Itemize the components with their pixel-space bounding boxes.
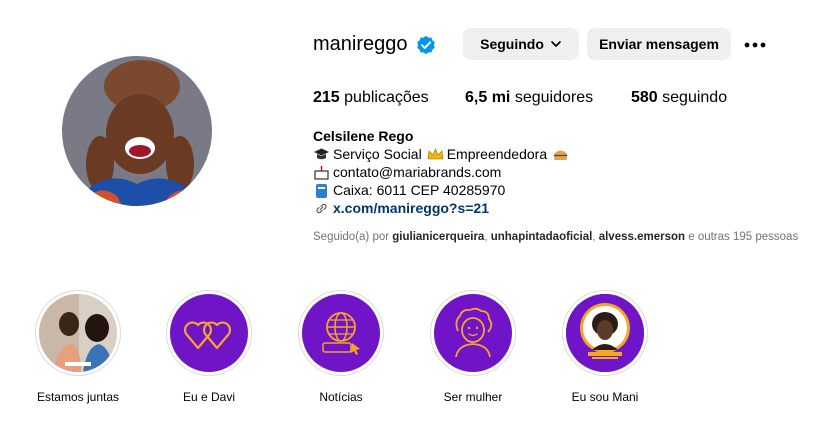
bio-line-2: contato@mariabrands.com (313, 163, 572, 181)
highlight-label: Eu e Davi (182, 390, 236, 404)
crown-icon (427, 147, 444, 159)
following-count[interactable]: 580 seguindo (631, 89, 727, 107)
woman-face-icon (434, 294, 512, 372)
bio-line-1: Serviço Social Empreendedora (313, 145, 572, 163)
highlight-label: Ser mulher (443, 390, 503, 404)
highlight-ser-mulher[interactable]: Ser mulher (428, 290, 518, 404)
bio-email: contato@mariabrands.com (333, 164, 502, 180)
profile-username: manireggo (313, 33, 408, 55)
followed-by-sep: , (484, 231, 488, 243)
hearts-icon (170, 294, 248, 372)
followed-by-prefix: Seguido(a) por (313, 231, 390, 243)
highlight-ring (166, 290, 252, 376)
postbox-icon (316, 183, 327, 198)
burger-icon (554, 150, 568, 160)
highlight-ring (35, 290, 121, 376)
graduation-cap-icon (314, 148, 329, 159)
highlight-eu-sou-mani[interactable]: Eu sou Mani (560, 290, 650, 404)
bio-service: Serviço Social (333, 146, 422, 162)
mailbox-icon (314, 165, 329, 180)
highlight-eu-e-davi[interactable]: Eu e Davi (164, 290, 254, 404)
highlight-label: Notícias (319, 390, 363, 404)
profile-avatar[interactable] (62, 56, 212, 206)
bio-po-box: Caixa: 6011 CEP 40285970 (333, 182, 506, 198)
send-message-button[interactable]: Enviar mensagem (587, 28, 731, 60)
link-icon (316, 203, 327, 213)
followed-by[interactable]: Seguido(a) por giulianicerqueira, unhapi… (313, 231, 798, 243)
followers-count-value: 6,5 mi (465, 89, 511, 106)
bio-line-3: Caixa: 6011 CEP 40285970 (313, 181, 572, 199)
followed-by-user[interactable]: unhapintadaoficial (491, 231, 593, 243)
globe-www-icon (302, 294, 380, 372)
bio-line-4[interactable]: x.com/manireggo?s=21 (313, 199, 572, 217)
bio-entrepreneur: Empreendedora (446, 146, 548, 162)
followed-by-user[interactable]: giulianicerqueira (392, 231, 484, 243)
portrait-thumbnail-icon (566, 294, 644, 372)
followed-by-suffix: e outras 195 pessoas (688, 231, 799, 243)
following-button-label: Seguindo (480, 36, 544, 52)
followed-by-sep: , (592, 231, 596, 243)
profile-bio: Celsilene Rego Serviço Social Empreended… (313, 127, 572, 217)
posts-count-value: 215 (313, 89, 340, 106)
following-button[interactable]: Seguindo (463, 28, 579, 60)
following-count-value: 580 (631, 89, 658, 106)
photo-thumbnail-icon (39, 294, 117, 372)
highlight-ring (298, 290, 384, 376)
highlight-ring (562, 290, 648, 376)
highlight-label: Estamos juntas (36, 390, 120, 404)
highlight-noticias[interactable]: Notícias (296, 290, 386, 404)
highlight-label: Eu sou Mani (571, 390, 639, 404)
chevron-down-icon (551, 41, 561, 47)
followers-label: seguidores (514, 89, 594, 106)
more-options-icon[interactable] (744, 42, 766, 48)
bio-link[interactable]: x.com/manireggo?s=21 (333, 199, 489, 217)
highlight-estamos-juntas[interactable]: Estamos juntas (33, 290, 123, 404)
highlight-ring (430, 290, 516, 376)
verified-badge-icon (417, 35, 435, 55)
followed-by-user[interactable]: alvess.emerson (599, 231, 685, 243)
following-label: seguindo (662, 89, 728, 106)
posts-label: publicações (344, 89, 429, 106)
bio-name: Celsilene Rego (313, 128, 414, 144)
followers-count[interactable]: 6,5 mi seguidores (465, 89, 593, 107)
posts-count: 215 publicações (313, 89, 429, 107)
